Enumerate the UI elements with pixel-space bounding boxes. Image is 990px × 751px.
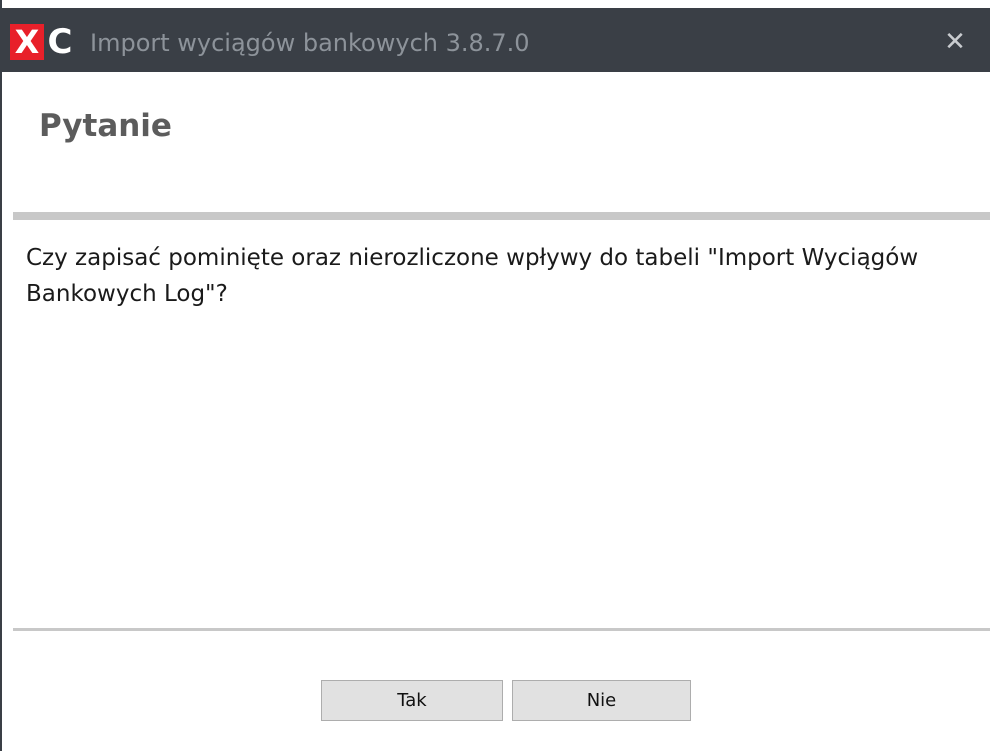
- dialog-message: Czy zapisać pominięte oraz nierozliczone…: [26, 245, 919, 307]
- dialog-window: X C Import wyciągów bankowych 3.8.7.0 ✕ …: [0, 0, 990, 751]
- window-title: Import wyciągów bankowych 3.8.7.0: [90, 29, 530, 57]
- logo-c-letter: C: [47, 22, 73, 62]
- logo-x-letter: X: [10, 24, 44, 60]
- window-top-strip: [2, 0, 990, 8]
- close-icon[interactable]: ✕: [928, 18, 982, 66]
- footer-separator: [13, 628, 990, 631]
- yes-button[interactable]: Tak: [321, 680, 503, 721]
- no-button[interactable]: Nie: [512, 680, 691, 721]
- dialog-heading: Pytanie: [39, 108, 172, 144]
- app-logo-icon: X C: [10, 24, 74, 60]
- header-separator: [13, 212, 990, 220]
